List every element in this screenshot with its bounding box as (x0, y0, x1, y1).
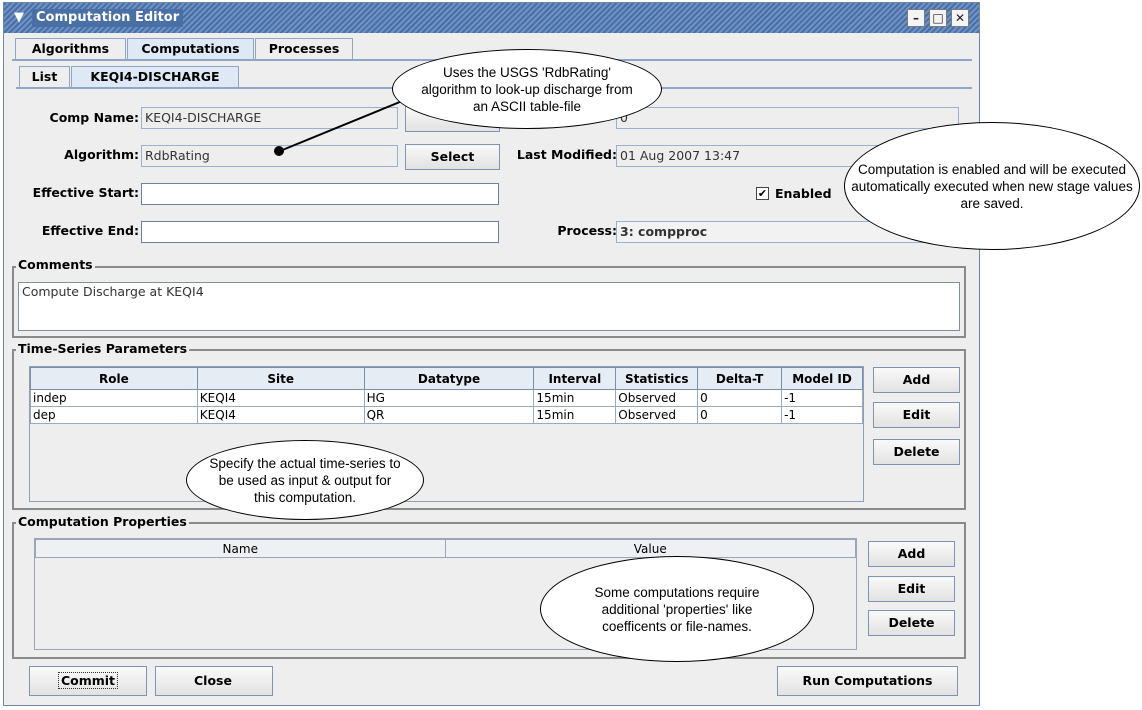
callout-pointer-line (279, 96, 413, 152)
callout-timeseries: Specify the actual time-series to be use… (186, 440, 424, 520)
callout-algorithm: Uses the USGS 'RdbRating' algorithm to l… (392, 49, 662, 129)
callout-properties: Some computations require additional 'pr… (540, 556, 814, 662)
callout-pointer-dot (274, 146, 284, 156)
callout-enabled: Computation is enabled and will be execu… (844, 122, 1140, 250)
